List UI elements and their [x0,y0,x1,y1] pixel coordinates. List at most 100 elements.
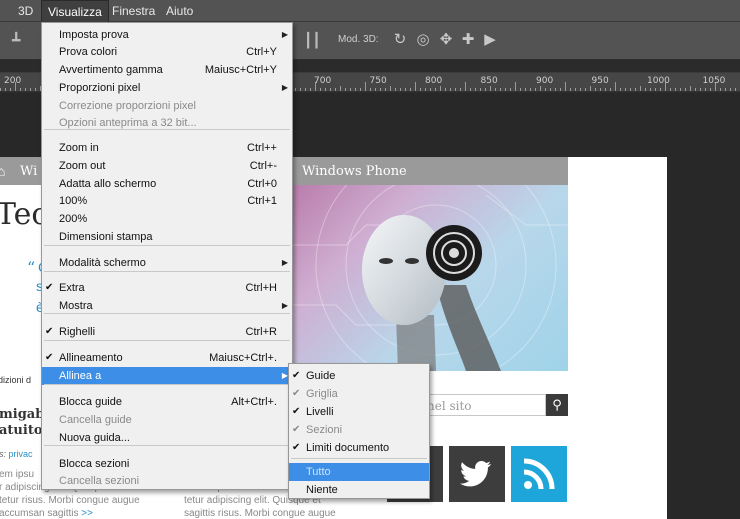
ruler-tick [335,88,336,91]
menu-item-extra[interactable]: ✔ Extra Ctrl+H [42,279,292,297]
menu-item-dimensioni-stampa[interactable]: Dimensioni stampa [42,228,292,246]
menu-item-cancella-guide: Cancella guide [59,414,132,426]
submenu-arrow-icon: ▶ [281,30,288,39]
ruler-tick [5,88,6,91]
checkmark-icon: ✔ [292,370,301,381]
ruler-tick [380,88,381,91]
ruler-tick [575,88,576,91]
checkmark-icon: ✔ [45,352,54,363]
ruler-tick [330,88,331,91]
menu-item-modalita-schermo[interactable]: Modalità schermo ▶ [42,254,292,272]
ruler-tick [445,88,446,91]
align-bottom-icon[interactable]: ┻ [12,32,20,49]
roll-3d-icon[interactable]: ◎ [413,30,433,50]
submenu-item-griglia: ✔ Griglia [289,385,429,403]
ruler-tick [530,88,531,91]
ruler-tick [495,88,496,91]
slide-3d-icon[interactable]: ✚ [458,30,478,50]
ruler-tick [585,88,586,91]
submenu-item-guide[interactable]: ✔ Guide [289,367,429,385]
menu-finestra[interactable]: Finestra [106,0,161,22]
submenu-item-livelli[interactable]: ✔ Livelli [289,403,429,421]
checkmark-icon: ✔ [45,282,54,293]
ruler-tick [600,88,601,91]
twitter-icon[interactable] [449,446,505,502]
menu-3d[interactable]: 3D [12,0,39,22]
search-icon[interactable]: ⚲ [546,394,568,416]
visualizza-menu: Imposta prova ▶ Prova colori Ctrl+Y Avvertim… [41,22,293,490]
ruler-tick [535,88,536,91]
ruler-label: 750 [369,76,387,86]
site-search-input[interactable]: nel sito [420,394,546,416]
ruler-tick [510,88,511,91]
read-more-link[interactable]: >> [81,508,93,519]
menu-item-righelli[interactable]: ✔ Righelli Ctrl+R [42,323,292,341]
menu-item-zoom-100[interactable]: 100% Ctrl+1 [42,192,292,210]
ruler-tick [470,88,471,91]
menu-separator [44,271,290,272]
ruler-tick [305,88,306,91]
mode-3d-label: Mod. 3D: [338,34,379,45]
ruler-tick [620,88,621,91]
menu-visualizza[interactable]: Visualizza [41,0,109,23]
menu-item-allineamento[interactable]: ✔ Allineamento Maiusc+Ctrl+. [42,349,292,367]
allinea-a-submenu: ✔ Guide ✔ Griglia ✔ Livelli ✔ Sezioni ✔ Limiti do… [288,363,430,499]
ruler-tick [555,88,556,91]
menu-aiuto[interactable]: Aiuto [160,0,199,22]
ruler-tick [375,88,376,91]
menu-item-adatta-schermo[interactable]: Adatta allo schermo Ctrl+0 [42,175,292,193]
ruler-tick [540,86,541,91]
ruler-tick [325,88,326,91]
ruler-tick [300,88,301,91]
submenu-item-limiti-documento[interactable]: ✔ Limiti documento [289,439,429,457]
menu-separator [44,445,290,446]
menu-item-imposta-prova[interactable]: Imposta prova ▶ [42,26,292,44]
ruler-tick [580,88,581,91]
ruler-tick [370,88,371,91]
ruler-tick [505,88,506,91]
ruler-tick [435,88,436,91]
ruler-tick [340,86,341,91]
submenu-arrow-icon: ▶ [281,83,288,92]
rss-icon[interactable] [511,446,567,502]
checkmark-icon: ✔ [45,326,54,337]
menu-item-blocca-sezioni[interactable]: Blocca sezioni [42,455,292,473]
menu-item-proporzioni-pixel[interactable]: Proporzioni pixel ▶ [42,79,292,97]
privacy-link[interactable]: privac [9,449,33,459]
menu-item-blocca-guide[interactable]: Blocca guide Alt+Ctrl+. [42,393,292,411]
ruler-tick [400,88,401,91]
ruler-tick [405,88,406,91]
ruler-tick [345,88,346,91]
menu-item-avvertimento-gamma[interactable]: Avvertimento gamma Maiusc+Ctrl+Y [42,61,292,79]
rotate-3d-icon[interactable]: ↻ [390,30,410,50]
article-heading: migab [0,407,45,422]
menu-item-zoom-200[interactable]: 200% [42,210,292,228]
distribute-icon[interactable]: ┃┃ [304,32,321,49]
menu-item-allinea-a[interactable]: Allinea a ▶ [42,367,292,385]
ruler-tick [590,86,591,91]
ruler-tick [695,88,696,91]
ruler-tick [710,88,711,91]
menu-item-prova-colori[interactable]: Prova colori Ctrl+Y [42,43,292,61]
ruler-tick [570,88,571,91]
article-meta: s: privac [0,449,33,459]
ruler-tick [545,88,546,91]
ruler-tick [625,88,626,91]
scale-3d-icon[interactable]: ▶ [480,30,500,50]
menu-item-zoom-in[interactable]: Zoom in Ctrl++ [42,139,292,157]
ruler-tick [565,82,566,91]
checkmark-icon: ✔ [292,442,301,453]
ruler-label: 200 [4,76,22,86]
ruler-tick [475,88,476,91]
ruler-tick [720,88,721,91]
ruler-tick [635,88,636,91]
ruler-tick [515,82,516,91]
ruler-tick [425,88,426,91]
menu-item-zoom-out[interactable]: Zoom out Ctrl+- [42,157,292,175]
section-label: dizioni d [0,375,32,385]
ruler-tick [610,88,611,91]
submenu-item-niente[interactable]: Niente [289,481,429,499]
drag-3d-icon[interactable]: ✥ [436,30,456,50]
ruler-label: 1000 [647,76,670,86]
checkmark-icon: ✔ [292,406,301,417]
